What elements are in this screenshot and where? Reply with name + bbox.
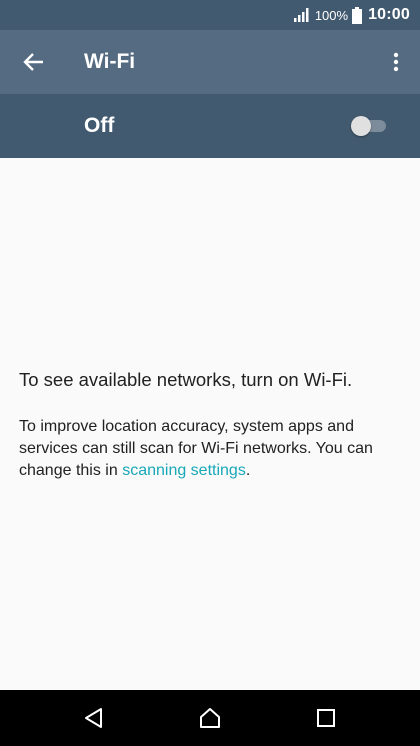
app-bar: Wi-Fi	[0, 30, 420, 94]
clock: 10:00	[368, 6, 410, 23]
wifi-off-message: To see available networks, turn on Wi-Fi…	[19, 369, 353, 390]
overflow-menu-button[interactable]	[382, 40, 410, 84]
nav-recents-icon	[317, 709, 335, 727]
wifi-switch-bar[interactable]: Off	[0, 94, 420, 158]
arrow-back-icon	[23, 53, 43, 71]
main-content: To see available networks, turn on Wi-Fi…	[0, 158, 420, 690]
nav-home-icon	[200, 708, 220, 728]
nav-recents-button[interactable]	[304, 698, 348, 738]
status-icons: 100% 10:00	[293, 0, 410, 30]
back-button[interactable]	[12, 40, 56, 84]
nav-back-icon	[85, 708, 102, 728]
navigation-bar	[0, 690, 420, 746]
page-title: Wi-Fi	[84, 50, 136, 73]
toggle-thumb	[351, 116, 371, 136]
more-vertical-icon	[393, 52, 399, 72]
scanning-info-message: To improve location accuracy, system app…	[19, 416, 414, 482]
scanning-info-end: .	[245, 462, 251, 479]
battery-percent: 100%	[314, 7, 349, 23]
nav-back-button[interactable]	[72, 698, 116, 738]
signal-icon	[293, 8, 309, 22]
status-bar: 100% 10:00	[0, 0, 420, 30]
nav-home-button[interactable]	[188, 698, 232, 738]
scanning-settings-link[interactable]: scanning settings	[122, 462, 246, 479]
wifi-toggle[interactable]	[350, 114, 390, 138]
wifi-state-label: Off	[84, 114, 115, 137]
battery-icon	[352, 6, 363, 24]
